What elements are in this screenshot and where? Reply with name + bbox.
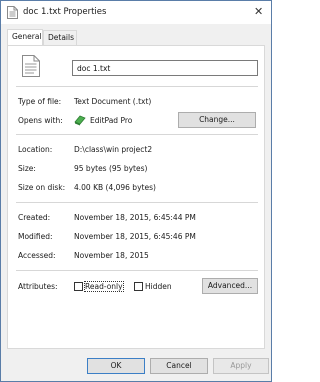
modified-label: Modified: [18, 232, 53, 241]
editpad-pro-icon [74, 115, 86, 126]
type-label: Type of file: [18, 97, 62, 106]
opens-with-value: EditPad Pro [90, 116, 133, 125]
attributes-label: Attributes: [18, 282, 58, 291]
location-value: D:\class\win project2 [74, 145, 153, 154]
separator [16, 86, 258, 87]
advanced-button[interactable]: Advanced... [202, 278, 258, 294]
opens-with-label: Opens with: [18, 116, 63, 125]
ok-button[interactable]: OK [87, 358, 145, 374]
cancel-button-label: Cancel [166, 361, 192, 370]
tab-details[interactable]: Details [43, 30, 77, 46]
filename-input[interactable] [72, 60, 258, 76]
cancel-button[interactable]: Cancel [150, 358, 208, 374]
type-value: Text Document (.txt) [74, 97, 152, 106]
general-panel: Type of file: Text Document (.txt) Opens… [7, 45, 265, 349]
location-label: Location: [18, 145, 53, 154]
created-value: November 18, 2015, 6:45:44 PM [74, 213, 196, 222]
text-file-icon [22, 55, 40, 77]
created-label: Created: [18, 213, 51, 222]
change-button[interactable]: Change... [178, 112, 256, 128]
title-bar[interactable]: doc 1.txt Properties ✕ [1, 1, 271, 24]
close-button[interactable]: ✕ [247, 1, 271, 24]
size-value: 95 bytes (95 bytes) [74, 164, 148, 173]
modified-value: November 18, 2015, 6:45:46 PM [74, 232, 196, 241]
readonly-checkbox[interactable] [74, 282, 83, 291]
apply-button-label: Apply [230, 361, 252, 370]
properties-window: doc 1.txt Properties ✕ General Details T… [0, 0, 272, 382]
accessed-value: November 18, 2015 [74, 251, 149, 260]
hidden-checkbox[interactable] [134, 282, 143, 291]
tab-details-label: Details [48, 33, 75, 42]
readonly-label[interactable]: Read-only [84, 281, 124, 292]
text-file-icon [7, 6, 18, 19]
size-label: Size: [18, 164, 36, 173]
separator [16, 202, 258, 203]
advanced-button-label: Advanced... [207, 281, 253, 290]
tab-general-label: General [12, 32, 42, 41]
dialog-footer: OK Cancel Apply [1, 358, 273, 376]
apply-button[interactable]: Apply [213, 358, 269, 374]
size-on-disk-value: 4.00 KB (4,096 bytes) [74, 183, 156, 192]
ok-button-label: OK [110, 361, 122, 370]
hidden-label[interactable]: Hidden [145, 282, 172, 291]
separator [16, 134, 258, 135]
window-title: doc 1.txt Properties [23, 7, 107, 17]
close-icon: ✕ [254, 5, 264, 18]
separator [16, 270, 258, 271]
change-button-label: Change... [199, 115, 235, 124]
size-on-disk-label: Size on disk: [18, 183, 66, 192]
accessed-label: Accessed: [18, 251, 56, 260]
tab-general[interactable]: General [7, 29, 43, 46]
